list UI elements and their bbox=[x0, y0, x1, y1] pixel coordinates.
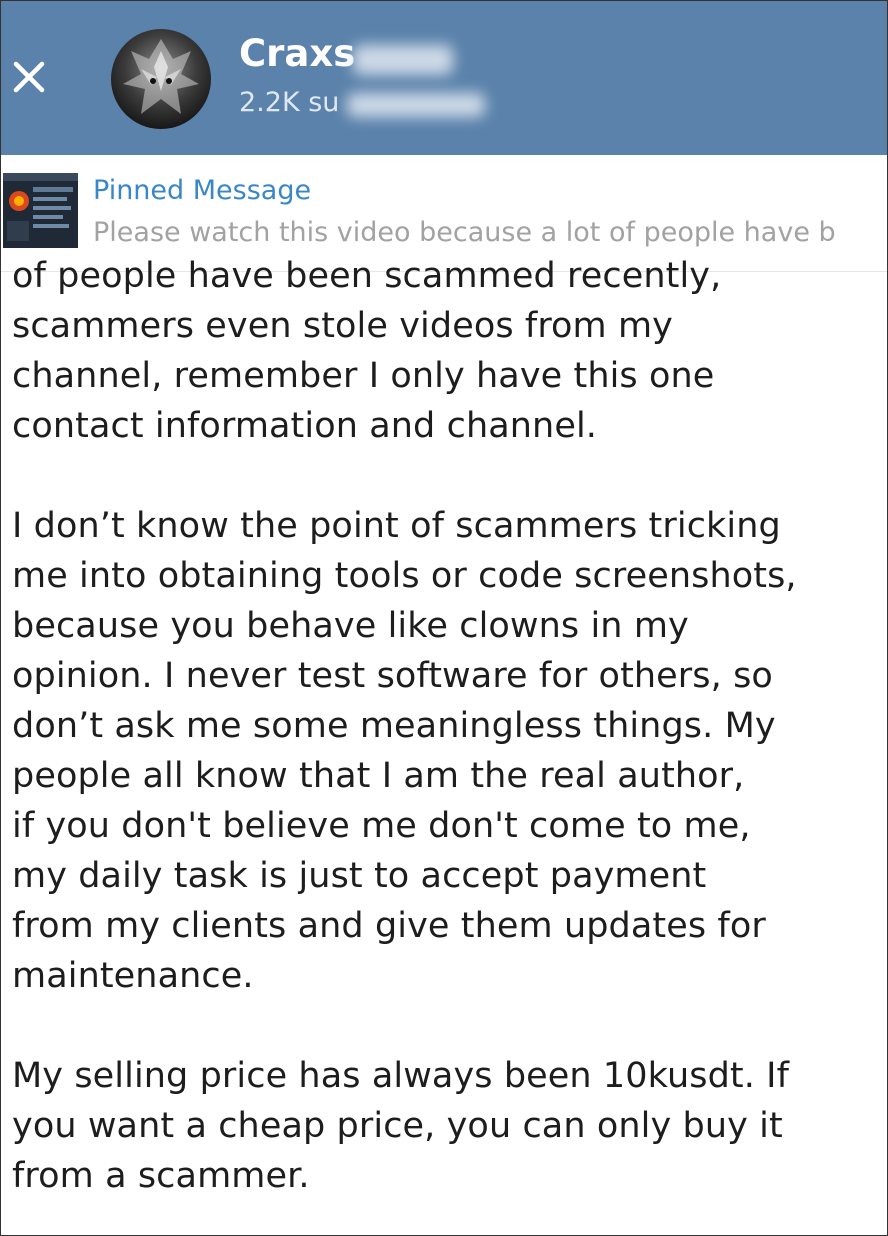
redacted-subscribers-blur bbox=[347, 93, 485, 117]
message-line: channel, remember I only have this one bbox=[12, 356, 715, 396]
close-button[interactable] bbox=[7, 55, 51, 99]
message-line: scammers even stole videos from my bbox=[12, 306, 673, 346]
message-line: contact information and channel. bbox=[12, 406, 598, 446]
message-line: my daily task is just to accept payment bbox=[12, 856, 707, 896]
channel-avatar[interactable] bbox=[111, 29, 211, 129]
pinned-message-preview: Please watch this video because a lot of… bbox=[93, 217, 836, 248]
message-line: of people have been scammed recently, bbox=[12, 256, 722, 296]
message-line: My selling price has always been 10kusdt… bbox=[12, 1056, 790, 1096]
message-paragraph: of people have been scammed recently, sc… bbox=[12, 251, 878, 451]
message-line: from my clients and give them updates fo… bbox=[12, 906, 766, 946]
subscriber-count: 2.2K su bbox=[239, 87, 340, 118]
close-icon bbox=[13, 61, 45, 93]
message-paragraph: I don’t know the point of scammers trick… bbox=[12, 501, 878, 1001]
message-line: people all know that I am the real autho… bbox=[12, 756, 745, 796]
message-line: maintenance. bbox=[12, 956, 254, 996]
channel-name[interactable]: Craxs bbox=[239, 35, 355, 72]
pinned-thumbnail bbox=[3, 173, 78, 248]
telegram-channel-screen: Craxs 2.2K su Pinned Message Please watc… bbox=[0, 0, 888, 1236]
message-line: because you behave like clowns in my bbox=[12, 606, 689, 646]
message-paragraph: My selling price has always been 10kusdt… bbox=[12, 1051, 878, 1201]
message-line: don’t ask me some meaningless things. My bbox=[12, 706, 776, 746]
channel-header: Craxs 2.2K su bbox=[1, 1, 887, 155]
message-text: of people have been scammed recently, sc… bbox=[12, 251, 878, 1235]
pinned-message-title: Pinned Message bbox=[93, 175, 312, 206]
message-line: opinion. I never test software for other… bbox=[12, 656, 773, 696]
avatar-image bbox=[123, 39, 199, 114]
redacted-name-blur bbox=[353, 45, 453, 75]
message-line: you want a cheap price, you can only buy… bbox=[12, 1106, 783, 1146]
video-thumbnail-image bbox=[3, 173, 78, 248]
message-line: me into obtaining tools or code screensh… bbox=[12, 556, 797, 596]
message-line: I don’t know the point of scammers trick… bbox=[12, 506, 781, 546]
message-line: from a scammer. bbox=[12, 1156, 310, 1196]
message-line: if you don't believe me don't come to me… bbox=[12, 806, 751, 846]
